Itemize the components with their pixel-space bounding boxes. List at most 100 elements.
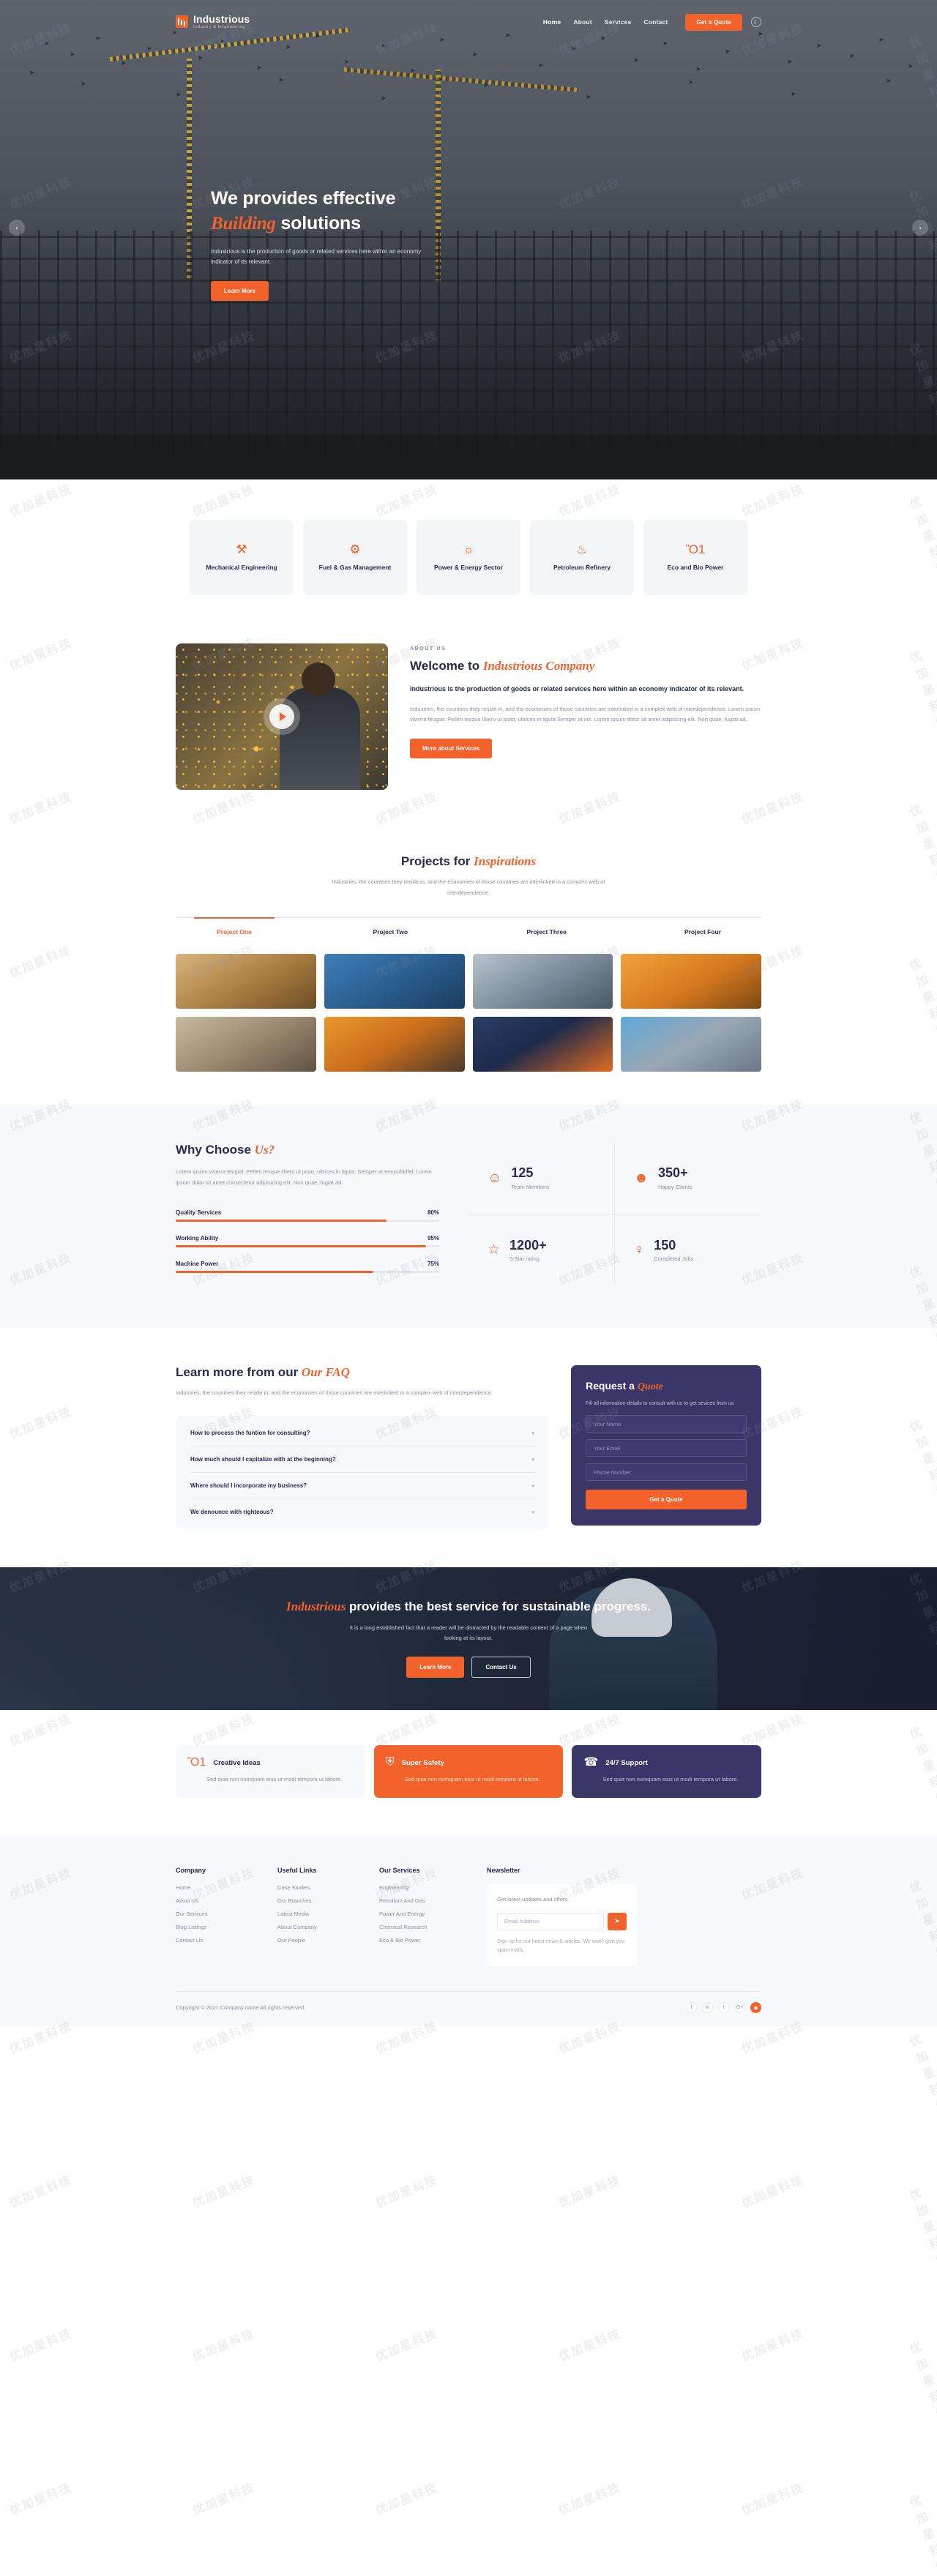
- why-heading-plain: Why Choose: [176, 1143, 255, 1157]
- service-card-2[interactable]: ☼ Power & Energy Sector: [417, 520, 520, 595]
- service-card-0[interactable]: ⚒ Mechanical Engineering: [190, 520, 294, 595]
- project-tab-1[interactable]: Project Two: [332, 928, 449, 938]
- service-card-label: Eco and Bio Power: [667, 563, 724, 571]
- watermark-text: 优加星科技: [191, 2481, 257, 2518]
- faq-subtitle: Industries, the countries they reside in…: [176, 1389, 493, 1396]
- footer-link[interactable]: Chemical Research: [379, 1924, 463, 1930]
- stat-card-1: ☻ 350+ Happy Clients: [615, 1143, 761, 1215]
- skill-bar-fill: [176, 1270, 373, 1273]
- project-thumbnail[interactable]: [324, 954, 465, 1009]
- skill-bar-track: [176, 1219, 439, 1222]
- chevron-down-icon[interactable]: ▾: [531, 1509, 534, 1515]
- service-card-1[interactable]: ⚙ Fuel & Gas Management: [303, 520, 407, 595]
- footer-link[interactable]: Engineering: [379, 1884, 463, 1891]
- project-thumbnail[interactable]: [324, 1017, 465, 1072]
- footer-link[interactable]: Home: [176, 1884, 260, 1891]
- about-eyebrow: ABOUT US: [410, 646, 447, 652]
- footer-link[interactable]: Our Services: [176, 1911, 260, 1917]
- hero-paragraph: Industrious is the production of goods o…: [211, 247, 422, 266]
- phone-field[interactable]: [586, 1463, 747, 1482]
- cta-contact-us-button[interactable]: Contact Us: [471, 1657, 531, 1679]
- newsletter-email-input[interactable]: [497, 1912, 604, 1930]
- service-card-4[interactable]: Ὂ1 Eco and Bio Power: [643, 520, 747, 595]
- skill-bar-track: [176, 1244, 439, 1247]
- hero-learn-more-button[interactable]: Learn More: [211, 281, 269, 302]
- chevron-down-icon[interactable]: ▾: [531, 1457, 534, 1463]
- why-choose-section: Why Choose Us? Lorem ipsum viverra feugi…: [0, 1105, 937, 1329]
- footer-link[interactable]: About Us: [176, 1897, 260, 1904]
- project-thumbnail[interactable]: [472, 1017, 613, 1072]
- more-about-services-button[interactable]: More about Services: [410, 739, 493, 759]
- footer-link[interactable]: Our People: [277, 1937, 362, 1944]
- project-thumbnail[interactable]: [472, 954, 613, 1009]
- project-thumbnail[interactable]: [176, 954, 316, 1009]
- project-thumbnail[interactable]: [621, 1017, 761, 1072]
- nav-item-home[interactable]: Home: [543, 18, 561, 26]
- footer-link[interactable]: Power And Energy: [379, 1911, 463, 1917]
- nav-item-about[interactable]: About: [573, 18, 592, 26]
- footer-link[interactable]: Contact Us: [176, 1937, 260, 1944]
- footer-column-1: Useful Links Case Studies Our Branches Lat…: [277, 1867, 362, 1966]
- crane-jib-decor-2: [343, 67, 578, 92]
- service-card-3[interactable]: ♨ Petroleum Refinery: [530, 520, 634, 595]
- quote-paragraph: Fill all information details to consult …: [586, 1400, 734, 1406]
- footer-link[interactable]: Case Studies: [277, 1884, 362, 1891]
- bird-icon: ➤: [633, 56, 639, 64]
- email-field[interactable]: [586, 1439, 747, 1457]
- skill-bar-value: 80%: [427, 1209, 439, 1216]
- footer-link[interactable]: Latest Media: [277, 1911, 362, 1917]
- footer-link[interactable]: Blog Listings: [176, 1924, 260, 1930]
- footer-link[interactable]: Eco & Bio Power: [379, 1937, 463, 1944]
- carousel-prev-button[interactable]: ‹: [9, 220, 25, 236]
- chevron-down-icon[interactable]: ▾: [531, 1430, 534, 1436]
- hero-title-line2: solutions: [275, 212, 361, 234]
- faq-item-1[interactable]: How much should I capitalize with at the…: [189, 1446, 536, 1474]
- project-tab-0[interactable]: Project One: [176, 917, 293, 938]
- faq-item-0[interactable]: How to process the funtion for consultin…: [189, 1420, 536, 1447]
- linkedin-icon[interactable]: in: [702, 2002, 713, 2014]
- send-icon[interactable]: ➤: [608, 1912, 627, 1930]
- wrench-icon: ⚒: [236, 542, 247, 556]
- google-plus-icon[interactable]: G+: [734, 2002, 745, 2014]
- project-thumbnail[interactable]: [176, 1017, 316, 1072]
- name-field[interactable]: [586, 1415, 747, 1433]
- hero-title-emphasis: Building: [211, 213, 276, 234]
- feature-card-2[interactable]: ☎ 24/7 Support Sed quia non numquam eius…: [572, 1745, 762, 1799]
- skill-bar-value: 95%: [427, 1234, 439, 1242]
- nav-item-services[interactable]: Services: [605, 18, 632, 26]
- why-paragraph: Lorem ipsum viverra feugiat. Pellen tesq…: [176, 1168, 432, 1186]
- skill-bar-1: Working Ability 95%: [176, 1235, 439, 1247]
- faq-item-2[interactable]: Where should I incorporate my business? …: [189, 1473, 536, 1500]
- about-video-thumbnail[interactable]: [176, 643, 388, 790]
- footer-link[interactable]: About Company: [277, 1924, 362, 1930]
- facebook-icon[interactable]: f: [686, 2002, 697, 2014]
- footer-link[interactable]: Our Branches: [277, 1897, 362, 1904]
- bird-icon: ➤: [81, 80, 86, 87]
- twitter-icon[interactable]: t: [718, 2002, 729, 2014]
- faq-question: How much should I capitalize with at the…: [190, 1456, 336, 1463]
- cta-learn-more-button[interactable]: Learn More: [406, 1657, 465, 1679]
- quote-submit-button[interactable]: Get a Quote: [586, 1490, 747, 1510]
- play-icon[interactable]: [269, 704, 294, 729]
- carousel-next-button[interactable]: ›: [912, 220, 928, 236]
- footer-link[interactable]: Petrolium And Gas: [379, 1897, 463, 1904]
- feature-card-0[interactable]: Ὂ1 Creative Ideas Sed quia non numquam e…: [176, 1745, 365, 1799]
- nav-item-contact[interactable]: Contact: [643, 18, 668, 26]
- stat-card-3: ♀ 150 Completed Jobs: [615, 1214, 761, 1285]
- bird-icon: ➤: [586, 93, 591, 100]
- get-a-quote-button[interactable]: Get a Quote: [685, 13, 742, 31]
- moon-icon[interactable]: ☾: [751, 17, 761, 27]
- instagram-icon[interactable]: ◉: [750, 2002, 761, 2014]
- project-tab-2[interactable]: Project Three: [488, 928, 605, 938]
- project-tab-3[interactable]: Project Four: [644, 928, 761, 938]
- bird-icon: ➤: [571, 45, 577, 52]
- stat-label: Completed Jobs: [654, 1255, 694, 1263]
- feature-card-1[interactable]: ⛨ Super Safety Sed quia non numquam eius…: [373, 1745, 564, 1799]
- features-section: Ὂ1 Creative Ideas Sed quia non numquam e…: [0, 1710, 937, 1837]
- brand-logo[interactable]: Industrious Industry & Engineering: [176, 14, 250, 29]
- chevron-down-icon[interactable]: ▾: [531, 1483, 534, 1489]
- watermark-text: 优加星科技: [908, 2340, 937, 2422]
- project-thumbnail[interactable]: [621, 954, 761, 1009]
- faq-item-3[interactable]: We denounce with righteous? ▾: [189, 1499, 536, 1525]
- bird-icon: ➤: [886, 77, 892, 84]
